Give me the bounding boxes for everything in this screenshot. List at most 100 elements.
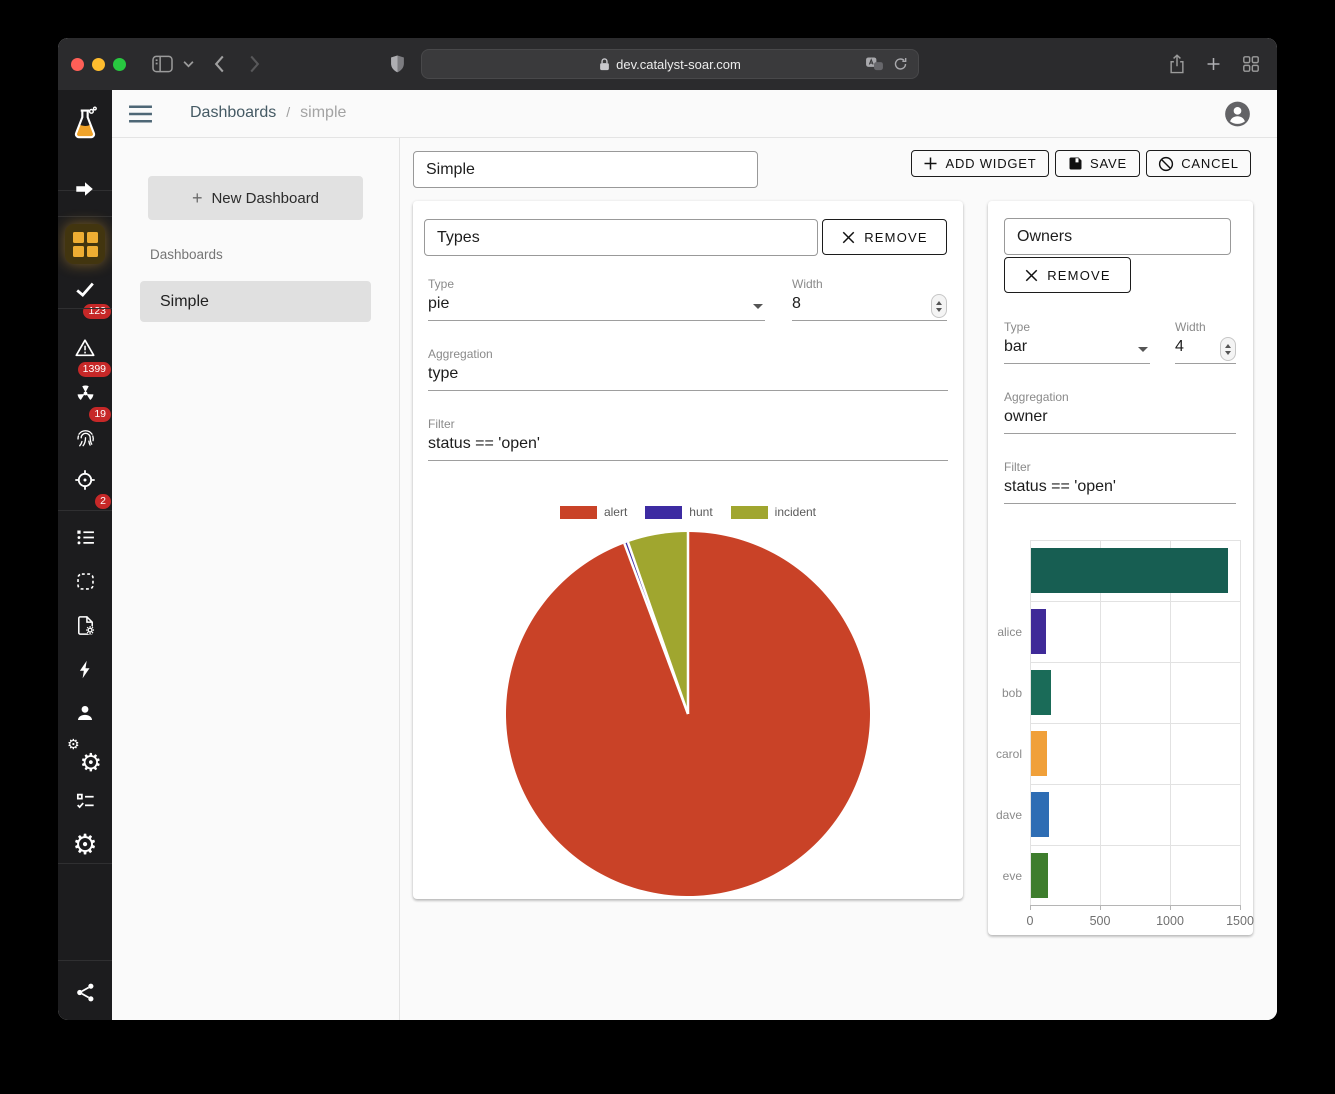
bar-plot: alicebobcaroldaveeve xyxy=(1030,540,1240,906)
bar-row: alice xyxy=(1030,601,1240,662)
sidebar-toggle-icon[interactable] xyxy=(151,55,174,74)
legend-label: alert xyxy=(604,505,627,519)
x-tick-label: 500 xyxy=(1090,914,1111,928)
filter-field[interactable]: Filter status == 'open' xyxy=(428,417,948,461)
x-tick-label: 1000 xyxy=(1156,914,1184,928)
plus-icon xyxy=(923,156,938,171)
privacy-shield-icon[interactable] xyxy=(389,54,406,75)
aggregation-field[interactable]: Aggregation owner xyxy=(1004,390,1236,434)
dashboard-title-input[interactable] xyxy=(413,151,758,188)
remove-widget-button[interactable]: REMOVE xyxy=(822,219,947,255)
minimize-button[interactable] xyxy=(92,58,105,71)
translate-icon[interactable] xyxy=(865,57,884,72)
legend-label: hunt xyxy=(689,505,712,519)
share-page-icon[interactable] xyxy=(1168,53,1186,75)
tasks-check-icon[interactable]: 123 xyxy=(58,268,112,312)
rules-checklist-icon[interactable] xyxy=(58,779,112,823)
bar-category-label: alice xyxy=(997,625,1022,639)
dropdown-caret-icon xyxy=(753,304,763,309)
widget-name-input[interactable] xyxy=(424,219,818,256)
bar-category-label: bob xyxy=(1002,686,1022,700)
lightning-icon[interactable] xyxy=(58,647,112,691)
type-label: Type xyxy=(428,277,765,291)
save-button[interactable]: SAVE xyxy=(1055,150,1140,177)
gridline xyxy=(1240,540,1241,905)
catalyst-logo-icon[interactable] xyxy=(58,100,112,148)
width-number-field[interactable]: Width 4 xyxy=(1175,320,1236,364)
forward-icon[interactable] xyxy=(249,55,261,74)
widget-name-input[interactable] xyxy=(1004,218,1231,255)
bar-row: eve xyxy=(1030,845,1240,906)
cancel-button[interactable]: CANCEL xyxy=(1146,150,1251,177)
alerts-warning-icon[interactable]: 1399 xyxy=(58,326,112,370)
back-icon[interactable] xyxy=(213,55,225,74)
incidents-radiation-icon[interactable]: 19 xyxy=(58,371,112,415)
cancel-slash-icon xyxy=(1158,156,1174,172)
width-number-field[interactable]: Width 8 xyxy=(792,277,947,321)
add-widget-label: ADD WIDGET xyxy=(945,156,1036,171)
user-icon[interactable] xyxy=(58,691,112,735)
aggregation-value[interactable]: owner xyxy=(1004,404,1236,434)
reload-icon[interactable] xyxy=(893,57,908,72)
filter-field[interactable]: Filter status == 'open' xyxy=(1004,460,1236,504)
filter-label: Filter xyxy=(428,417,948,431)
type-select-field[interactable]: Type pie xyxy=(428,277,765,321)
tab-overview-icon[interactable] xyxy=(1242,55,1260,73)
chevron-down-icon[interactable] xyxy=(183,61,194,68)
aggregation-field[interactable]: Aggregation type xyxy=(428,347,948,391)
address-bar[interactable]: dev.catalyst-soar.com xyxy=(421,49,919,79)
legend-swatch xyxy=(645,506,682,519)
new-tab-icon[interactable] xyxy=(1205,56,1222,73)
legend-swatch xyxy=(560,506,597,519)
type-value[interactable]: bar xyxy=(1004,334,1150,364)
dashboards-icon[interactable] xyxy=(58,224,112,264)
filter-value[interactable]: status == 'open' xyxy=(428,431,948,461)
cancel-label: CANCEL xyxy=(1181,156,1239,171)
type-select-field[interactable]: Type bar xyxy=(1004,320,1150,364)
widget-card-owners: REMOVE Type bar Width 4 Aggregation owne… xyxy=(988,201,1253,935)
menu-hamburger-icon[interactable] xyxy=(128,104,153,123)
new-dashboard-button[interactable]: + New Dashboard xyxy=(148,176,363,220)
settings-gear-icon[interactable]: ⚙ xyxy=(58,823,112,867)
automations-gears-icon[interactable]: ⚙ ⚙ xyxy=(58,735,112,779)
dashboard-item-label: Simple xyxy=(160,293,209,311)
bar-bob xyxy=(1031,670,1051,715)
width-value[interactable]: 4 xyxy=(1175,334,1236,364)
remove-widget-button[interactable]: REMOVE xyxy=(1004,257,1131,293)
dashboards-section-label: Dashboards xyxy=(150,247,223,262)
new-dashboard-label: New Dashboard xyxy=(211,190,319,207)
bar-category-label: dave xyxy=(996,808,1022,822)
fingerprint-icon[interactable] xyxy=(58,415,112,459)
pie-legend: alerthuntincident xyxy=(413,505,963,519)
add-widget-button[interactable]: ADD WIDGET xyxy=(911,150,1049,177)
avatar[interactable] xyxy=(1224,100,1251,127)
start-arrow-icon[interactable] xyxy=(58,167,112,211)
hunts-target-icon[interactable]: 2 xyxy=(58,458,112,502)
number-stepper[interactable] xyxy=(1220,337,1236,361)
app-header: Dashboards / simple xyxy=(112,90,1277,138)
close-button[interactable] xyxy=(71,58,84,71)
list-icon[interactable] xyxy=(58,515,112,559)
remove-label: REMOVE xyxy=(864,230,928,245)
bar-alice xyxy=(1031,609,1046,654)
zoom-button[interactable] xyxy=(113,58,126,71)
x-icon xyxy=(841,230,856,245)
widget-card-types: REMOVE Type pie Width 8 Aggregation type xyxy=(413,201,963,899)
aggregation-value[interactable]: type xyxy=(428,361,948,391)
share-graph-icon[interactable] xyxy=(58,970,112,1014)
hunts-badge: 2 xyxy=(95,494,111,510)
bar-chart: alicebobcaroldaveeve 050010001500 xyxy=(988,540,1253,935)
bar-row: bob xyxy=(1030,662,1240,723)
type-label: Type xyxy=(1004,320,1150,334)
lock-icon xyxy=(599,57,610,71)
selection-dashed-icon[interactable] xyxy=(58,559,112,603)
type-value[interactable]: pie xyxy=(428,291,765,321)
bar-row xyxy=(1030,540,1240,601)
dashboard-item-simple[interactable]: Simple xyxy=(140,281,371,322)
dashboards-panel: + New Dashboard Dashboards Simple xyxy=(112,138,400,1020)
number-stepper[interactable] xyxy=(931,294,947,318)
width-value[interactable]: 8 xyxy=(792,291,947,321)
filter-value[interactable]: status == 'open' xyxy=(1004,474,1236,504)
breadcrumb-dashboards[interactable]: Dashboards xyxy=(190,104,276,122)
file-gear-icon[interactable] xyxy=(58,603,112,647)
